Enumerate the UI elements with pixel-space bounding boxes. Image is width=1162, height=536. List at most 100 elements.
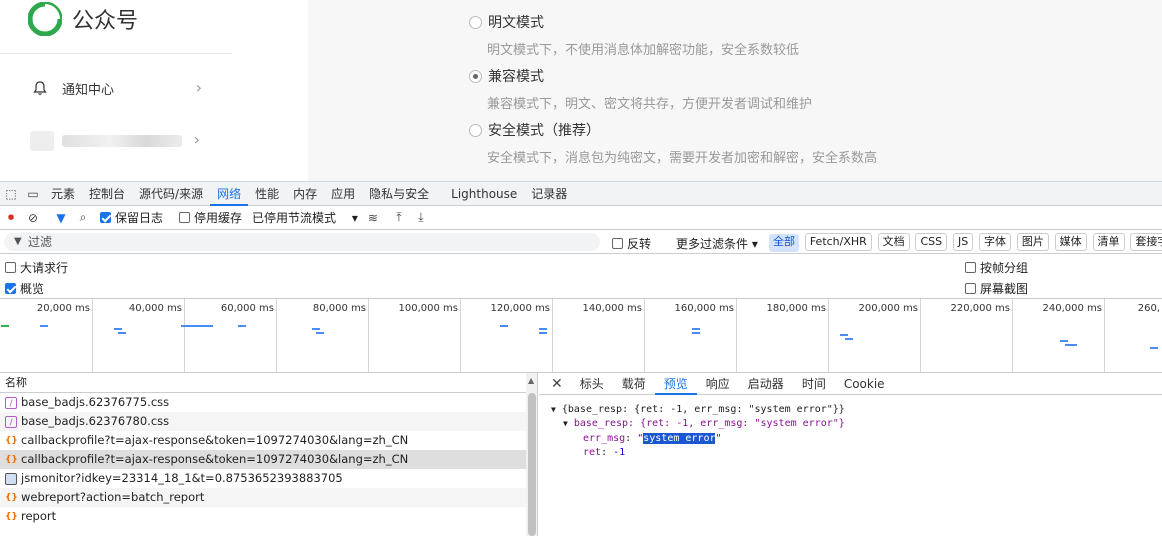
- tab-headers[interactable]: 标头: [571, 373, 613, 395]
- sidebar: 公众号 通知中心 › ›: [0, 0, 308, 181]
- tab-payload[interactable]: 载荷: [613, 373, 655, 395]
- preserve-log-checkbox[interactable]: 保留日志: [100, 209, 163, 226]
- group-by-frame-checkbox[interactable]: 按帧分组: [965, 259, 1028, 276]
- expand-triangle-icon[interactable]: ▼: [563, 419, 568, 428]
- screenshots-label: 屏幕截图: [980, 282, 1029, 296]
- disable-cache-checkbox[interactable]: 停用缓存: [179, 209, 242, 226]
- filter-chip-fetch-xhr[interactable]: Fetch/XHR: [804, 233, 872, 251]
- request-name: report: [21, 509, 57, 523]
- filter-chip-manifest[interactable]: 清单: [1092, 233, 1125, 251]
- inspect-element-icon[interactable]: ⬚: [0, 187, 22, 201]
- request-list-scrollbar[interactable]: ▲: [526, 373, 537, 536]
- mode-plaintext-option[interactable]: 明文模式: [469, 12, 544, 32]
- timeline-request-bar: [181, 325, 213, 327]
- filter-chip-js[interactable]: JS: [952, 233, 974, 251]
- tab-performance[interactable]: 性能: [248, 182, 286, 206]
- timeline-request-bar: [539, 332, 547, 334]
- filter-chip-socket[interactable]: 套接字: [1130, 233, 1162, 251]
- timeline-request-bar: [845, 338, 853, 340]
- export-icon[interactable]: ⤓: [410, 210, 432, 225]
- close-icon[interactable]: ✕: [539, 376, 571, 392]
- json-ret-line[interactable]: ret: -1: [583, 446, 625, 460]
- account-entry[interactable]: ›: [30, 128, 200, 154]
- timeline-request-bar: [40, 325, 48, 327]
- tab-preview[interactable]: 预览: [654, 373, 697, 395]
- tab-console[interactable]: 控制台: [82, 182, 132, 206]
- request-row[interactable]: {} report: [0, 507, 537, 526]
- filter-placeholder: 过滤: [28, 235, 53, 249]
- mode-label: 安全模式（推荐）: [488, 123, 600, 139]
- wechat-admin-page: 公众号 通知中心 › › 明文模式 明文模式下，不使用消息体加解密功能，安全系数…: [0, 0, 1162, 181]
- tab-elements[interactable]: 元素: [44, 182, 82, 206]
- device-toolbar-icon[interactable]: ▭: [22, 187, 44, 201]
- tab-privacy-security[interactable]: 隐私与安全: [362, 182, 436, 206]
- filter-chip-img[interactable]: 图片: [1016, 233, 1049, 251]
- filter-chip-css[interactable]: CSS: [915, 233, 948, 251]
- json-root-summary: {base_resp: {ret: -1, err_msg: "system e…: [561, 404, 845, 415]
- json-root-line[interactable]: ▼ {base_resp: {ret: -1, err_msg: "system…: [551, 403, 845, 417]
- dropdown-arrow-icon: ▾: [351, 211, 358, 225]
- filter-icon[interactable]: ▼: [50, 211, 72, 225]
- json-err-msg-line[interactable]: err_msg: "system error": [583, 432, 722, 446]
- tab-recorder[interactable]: 记录器: [524, 182, 574, 206]
- radio-button[interactable]: [469, 123, 482, 137]
- screenshots-checkbox[interactable]: 屏幕截图: [965, 280, 1028, 297]
- network-conditions-icon[interactable]: ≋: [362, 211, 384, 225]
- request-row-selected[interactable]: {} callbackprofile?t=ajax-response&token=…: [0, 450, 537, 469]
- encryption-mode-panel: 明文模式 明文模式下，不使用消息体加解密功能，安全系数较低 兼容模式 兼容模式下…: [308, 0, 1162, 181]
- tab-lighthouse[interactable]: Lighthouse: [444, 182, 524, 206]
- column-header-name[interactable]: 名称: [0, 373, 537, 393]
- filter-chip-font[interactable]: 字体: [979, 233, 1012, 251]
- xhr-icon: {}: [5, 454, 18, 465]
- mode-secure-option[interactable]: 安全模式（推荐）: [469, 120, 600, 140]
- radio-button[interactable]: [469, 15, 482, 29]
- tab-network[interactable]: 网络: [210, 182, 249, 206]
- throttle-select[interactable]: 已停用节流模式 ▾: [252, 209, 358, 226]
- request-row[interactable]: / base_badjs.62376775.css: [0, 393, 537, 412]
- json-base-resp-line[interactable]: ▼ base_resp: {ret: -1, err_msg: "system …: [563, 417, 845, 431]
- sidebar-item-notifications[interactable]: 通知中心 ›: [32, 78, 202, 98]
- timeline-tick-label: 140,000 ms: [582, 303, 642, 314]
- throttle-label: 已停用节流模式: [252, 211, 337, 225]
- bell-icon: [33, 81, 47, 95]
- tab-timing[interactable]: 时间: [793, 373, 835, 395]
- filter-input[interactable]: ▼ 过滤: [4, 233, 600, 251]
- tab-application[interactable]: 应用: [324, 182, 362, 206]
- radio-button-selected[interactable]: [469, 69, 482, 83]
- request-row[interactable]: {} callbackprofile?t=ajax-response&token=…: [0, 431, 537, 450]
- scrollbar-thumb[interactable]: [528, 393, 536, 536]
- mode-compatible-option[interactable]: 兼容模式: [469, 66, 544, 86]
- brand-logo[interactable]: 公众号: [28, 2, 138, 36]
- filter-chip-all[interactable]: 全部: [769, 234, 799, 252]
- request-row[interactable]: / base_badjs.62376780.css: [0, 412, 537, 431]
- timeline-request-bar: [114, 328, 122, 330]
- devtools-tabbar: ⬚ ▭ 元素 控制台 源代码/来源 网络 性能 内存 应用 隐私与安全 Ligh…: [0, 182, 1162, 206]
- css-file-icon: /: [5, 396, 17, 409]
- tab-cookies[interactable]: Cookie: [835, 373, 894, 395]
- invert-checkbox[interactable]: 反转: [612, 235, 651, 252]
- timeline-tick-label: 80,000 ms: [312, 303, 366, 314]
- big-rows-checkbox[interactable]: 大请求行: [5, 259, 68, 276]
- expand-triangle-icon[interactable]: ▼: [551, 405, 556, 414]
- request-row[interactable]: jsmonitor?idkey=23314_18_1&t=0.875365239…: [0, 469, 537, 488]
- clear-icon[interactable]: ⊘: [22, 211, 44, 225]
- request-row[interactable]: {} webreport?action=batch_report: [0, 488, 537, 507]
- search-icon[interactable]: ⌕: [72, 210, 94, 225]
- timeline-tick-label: 200,000 ms: [858, 303, 918, 314]
- network-overview-timeline[interactable]: 20,000 ms 40,000 ms 60,000 ms 80,000 ms …: [0, 298, 1162, 373]
- record-stop-icon[interactable]: ⏺: [0, 210, 22, 225]
- more-filters-dropdown[interactable]: 更多过滤条件 ▾: [676, 235, 758, 252]
- filter-chip-media[interactable]: 媒体: [1054, 233, 1087, 251]
- timeline-tick-label: 60,000 ms: [220, 303, 274, 314]
- timeline-request-bar: [500, 325, 508, 327]
- tab-sources[interactable]: 源代码/来源: [132, 182, 210, 206]
- import-icon[interactable]: ⤒: [388, 210, 410, 225]
- filter-chip-doc[interactable]: 文档: [877, 233, 910, 251]
- tab-memory[interactable]: 内存: [286, 182, 324, 206]
- scroll-up-arrow-icon[interactable]: ▲: [528, 376, 534, 385]
- overview-checkbox[interactable]: 概览: [5, 280, 44, 297]
- tab-response[interactable]: 响应: [697, 373, 739, 395]
- timeline-request-bar: [312, 328, 320, 330]
- tab-initiator[interactable]: 启动器: [739, 373, 793, 395]
- timeline-request-bar: [539, 328, 547, 330]
